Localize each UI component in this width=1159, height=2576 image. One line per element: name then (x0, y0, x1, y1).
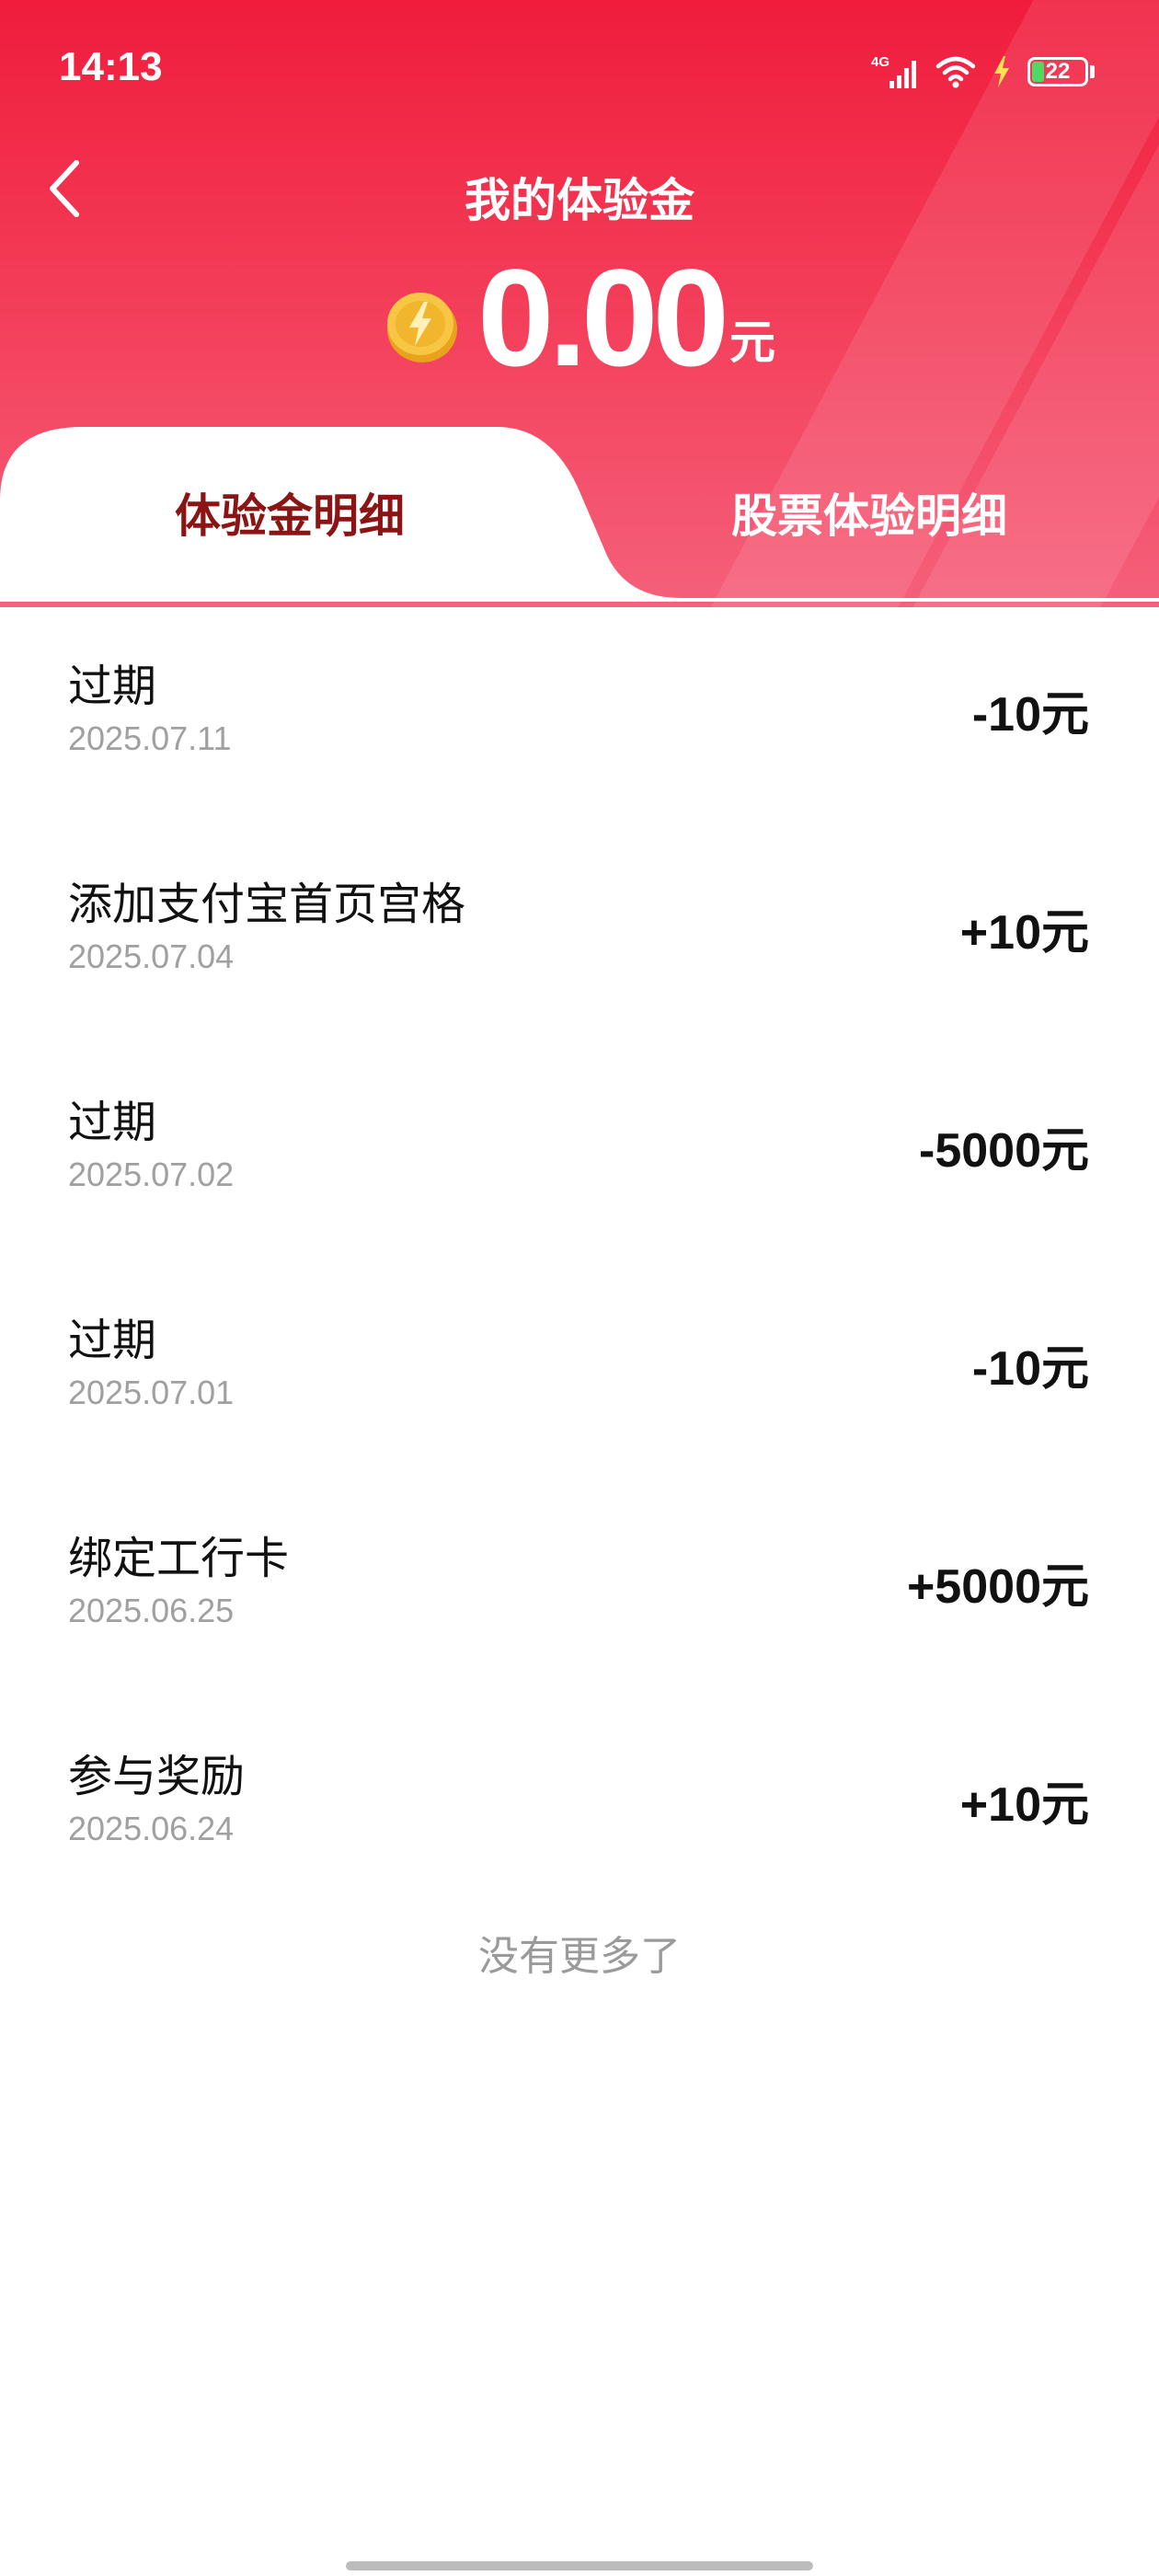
list-item[interactable]: 过期 2025.07.01 -10元 (0, 1252, 1159, 1470)
screen: 14:13 4G 22 我的体验金 0.00 元 体验金明细 股票体验明细 过期… (0, 0, 1159, 2576)
page-title: 我的体验金 (465, 174, 694, 227)
record-date: 2025.07.11 (68, 719, 232, 757)
balance-amount: 0.00 (477, 240, 729, 395)
status-icons: 4G 22 (871, 50, 1095, 94)
record-amount: -10元 (971, 1342, 1089, 1396)
status-time: 14:13 (59, 44, 163, 89)
lightning-icon (994, 56, 1009, 87)
signal-icon: 4G (871, 54, 916, 88)
battery-fill (1032, 62, 1045, 82)
tab-bar: 体验金明细 股票体验明细 (0, 427, 1159, 602)
record-title: 过期 (68, 1097, 157, 1148)
tab-experience-fund-details[interactable]: 体验金明细 (0, 427, 580, 598)
list-item[interactable]: 添加支付宝首页宫格 2025.07.04 +10元 (0, 816, 1159, 1034)
list-item[interactable]: 绑定工行卡 2025.06.25 +5000元 (0, 1470, 1159, 1688)
record-title: 绑定工行卡 (68, 1533, 290, 1584)
no-more-text: 没有更多了 (478, 1933, 681, 1980)
record-amount: +5000元 (906, 1560, 1089, 1614)
record-list: 过期 2025.07.11 -10元 添加支付宝首页宫格 2025.07.04 … (0, 598, 1159, 1906)
record-date: 2025.07.01 (68, 1374, 235, 1411)
record-amount: +10元 (959, 906, 1089, 960)
list-item[interactable]: 过期 2025.07.02 -5000元 (0, 1034, 1159, 1252)
balance-display: 0.00 元 (0, 248, 1159, 386)
battery-cap (1090, 65, 1095, 78)
coin-icon (387, 293, 458, 362)
battery-icon: 22 (1027, 57, 1088, 86)
record-date: 2025.06.25 (68, 1592, 235, 1629)
network-type: 4G (871, 54, 889, 70)
record-amount: -10元 (971, 688, 1089, 742)
home-indicator[interactable] (346, 2561, 813, 2570)
tab-stock-experience-details[interactable]: 股票体验明细 (580, 427, 1159, 598)
balance-unit: 元 (729, 316, 775, 369)
list-item[interactable]: 参与奖励 2025.06.24 +10元 (0, 1688, 1159, 1906)
record-amount: -5000元 (919, 1124, 1089, 1178)
record-title: 过期 (68, 1315, 157, 1366)
wifi-icon (935, 56, 976, 88)
list-item[interactable]: 过期 2025.07.11 -10元 (0, 598, 1159, 816)
record-title: 参与奖励 (68, 1751, 246, 1802)
record-date: 2025.07.04 (68, 937, 235, 975)
battery-level: 22 (1045, 59, 1071, 84)
status-bar: 14:13 4G 22 (0, 0, 1159, 138)
record-amount: +10元 (959, 1778, 1089, 1832)
record-date: 2025.07.02 (68, 1156, 235, 1193)
record-date: 2025.06.24 (68, 1810, 235, 1847)
record-title: 过期 (68, 661, 157, 712)
record-title: 添加支付宝首页宫格 (68, 879, 466, 930)
